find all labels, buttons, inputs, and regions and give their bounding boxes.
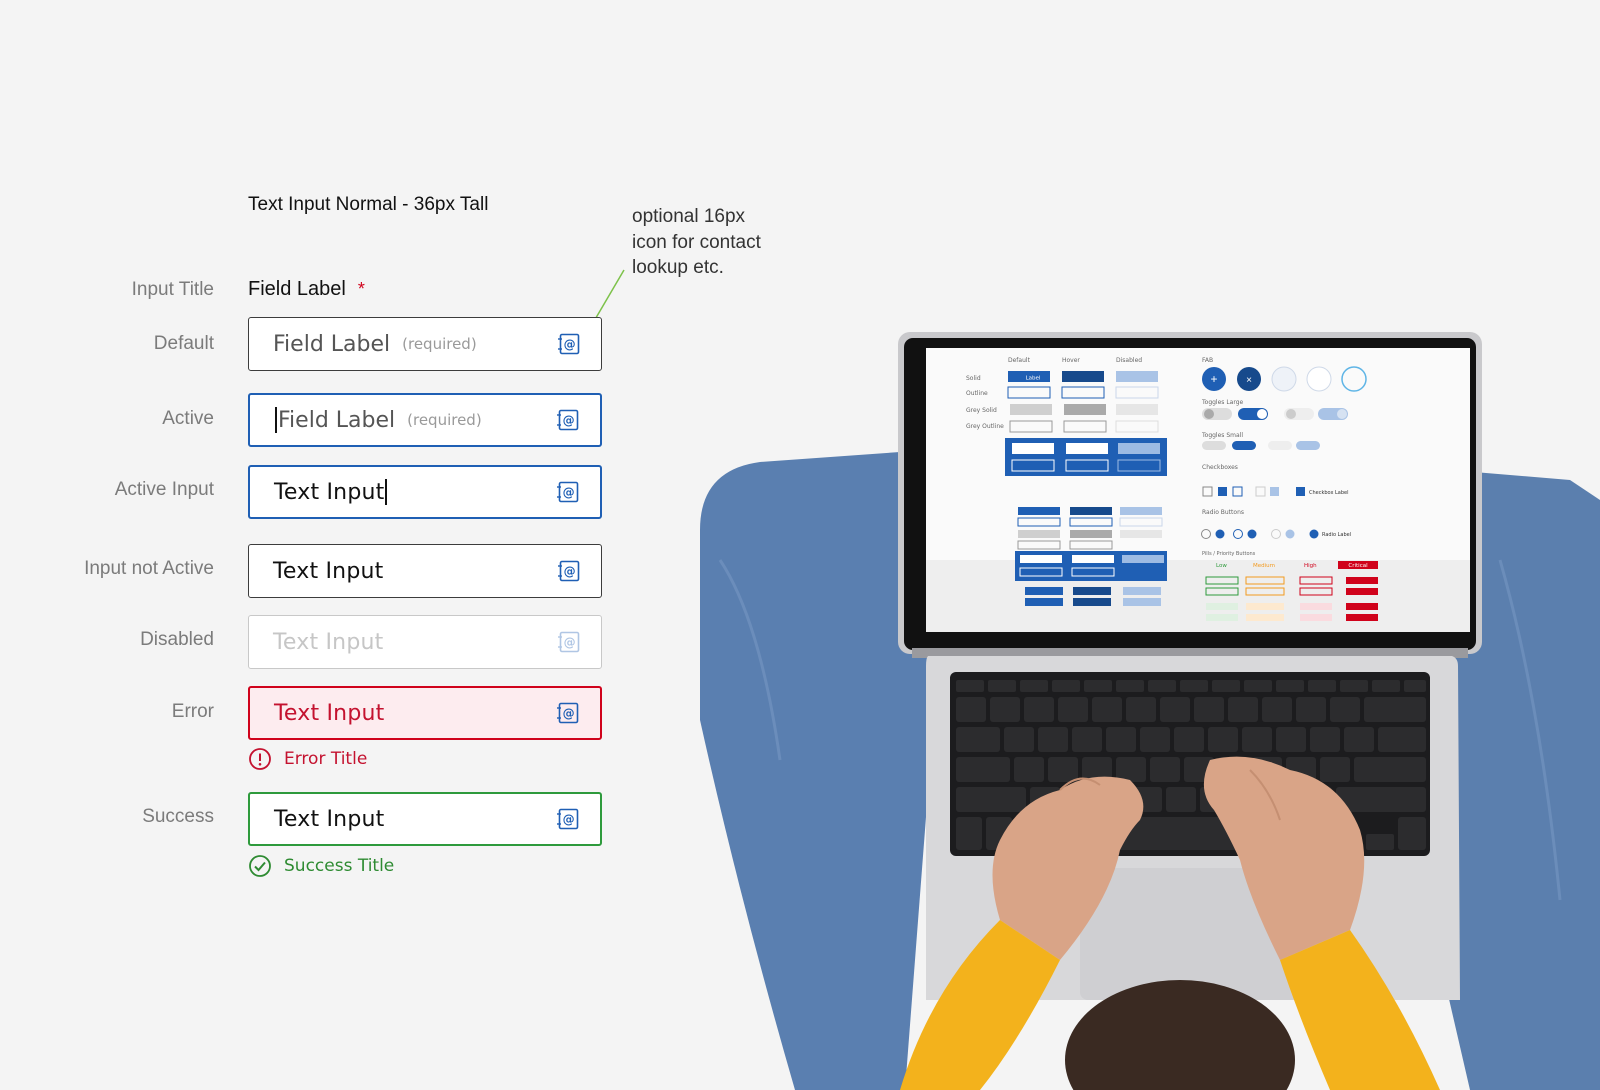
input-value: Text Input <box>274 806 385 832</box>
contact-lookup-icon[interactable]: @ <box>556 408 580 432</box>
input-value: Text Input <box>273 558 384 584</box>
row-label-disabled: Disabled <box>140 629 214 650</box>
required-asterisk: * <box>357 279 365 299</box>
text-input-not-active[interactable]: Text Input @ <box>248 544 602 598</box>
screen-col-hover: Hover <box>1062 357 1080 364</box>
text-input-success[interactable]: Text Input @ <box>248 792 602 846</box>
spec-title: Text Input Normal - 36px Tall <box>248 194 489 215</box>
annotation-line-2: icon for contact <box>632 231 761 253</box>
screen-checkbox-label: Checkbox Label <box>1309 490 1349 496</box>
svg-text:@: @ <box>563 486 575 500</box>
svg-text:@: @ <box>563 414 575 428</box>
row-label-success: Success <box>142 806 214 827</box>
screen-priority-critical: Critical <box>1348 563 1368 569</box>
screen-row-grey-solid: Grey Solid <box>966 407 997 414</box>
row-label-error: Error <box>171 701 214 722</box>
field-label-text: Field Label <box>248 278 346 300</box>
contact-lookup-icon[interactable]: @ <box>556 701 580 725</box>
screen-checkboxes: Checkboxes <box>1202 464 1238 471</box>
svg-text:×: × <box>1246 375 1252 386</box>
screen-toggles-small: Toggles Small <box>1201 432 1243 439</box>
svg-text:@: @ <box>564 636 576 650</box>
success-check-icon <box>249 855 271 877</box>
screen-priority-low: Low <box>1216 563 1227 569</box>
input-value: Text Input <box>274 700 385 726</box>
text-input-disabled: Text Input @ <box>248 615 602 669</box>
success-message: Success Title <box>248 854 394 878</box>
text-input-error[interactable]: Text Input @ <box>248 686 602 740</box>
input-required-hint: (required) <box>402 335 477 353</box>
contact-lookup-icon[interactable]: @ <box>556 807 580 831</box>
screen-radio-label: Radio Label <box>1322 532 1351 538</box>
screen-row-grey-outline: Grey Outline <box>966 423 1004 430</box>
svg-text:@: @ <box>564 338 576 352</box>
input-value: Text Input <box>274 479 385 505</box>
contact-lookup-icon[interactable]: @ <box>557 332 581 356</box>
success-title: Success Title <box>284 856 395 876</box>
screen-col-disabled: Disabled <box>1116 357 1142 364</box>
contact-lookup-icon: @ <box>558 631 580 653</box>
screen-toggles-large: Toggles Large <box>1201 399 1244 406</box>
error-icon <box>249 748 271 770</box>
screen-radio-buttons: Radio Buttons <box>1202 509 1244 516</box>
text-input-active[interactable]: Field Label (required) @ <box>248 393 602 447</box>
screen-fab-label: FAB <box>1202 357 1213 364</box>
row-label-input-title: Input Title <box>131 279 214 300</box>
contact-lookup-icon[interactable]: @ <box>556 480 580 504</box>
field-label: Field Label * <box>248 278 365 301</box>
input-required-hint: (required) <box>407 411 482 429</box>
row-label-active-input: Active Input <box>114 479 214 500</box>
svg-text:@: @ <box>563 813 575 827</box>
text-caret <box>385 479 388 505</box>
design-spec-canvas: Text Input Normal - 36px Tall optional 1… <box>0 0 1600 1090</box>
screen-priority-medium: Medium <box>1253 563 1275 569</box>
error-title: Error Title <box>284 749 368 769</box>
annotation-line-1: optional 16px <box>632 206 746 227</box>
text-input-default[interactable]: Field Label (required) @ <box>248 317 602 371</box>
annotation-line-3: lookup etc. <box>632 257 724 278</box>
input-value: Text Input <box>273 629 384 655</box>
screen-row-solid: Solid <box>966 375 981 382</box>
left-sleeve <box>900 920 1060 1090</box>
row-label-default: Default <box>153 333 214 354</box>
row-label-active: Active <box>162 408 214 429</box>
text-input-active-typing[interactable]: Text Input @ <box>248 465 602 519</box>
screen-col-default: Default <box>1008 357 1031 364</box>
svg-text:@: @ <box>564 565 576 579</box>
laptop-photo: Default Hover Disabled Solid Outline Gre… <box>700 332 1600 1090</box>
contact-lookup-icon[interactable]: @ <box>557 559 581 583</box>
screen-row-outline: Outline <box>966 390 988 397</box>
text-caret <box>275 407 277 433</box>
input-placeholder: Field Label <box>273 331 391 357</box>
row-label-input-not-active: Input not Active <box>84 558 214 579</box>
screen-button-label: Label <box>1026 376 1041 382</box>
icon-annotation: optional 16px icon for contact lookup et… <box>632 204 832 281</box>
svg-text:@: @ <box>563 707 575 721</box>
screen-priority-high: High <box>1304 563 1317 569</box>
screen-pills-label: Pills / Priority Buttons <box>1202 551 1256 557</box>
error-message: Error Title <box>248 747 367 771</box>
svg-text:+: + <box>1210 372 1217 386</box>
input-placeholder: Field Label <box>278 407 396 433</box>
